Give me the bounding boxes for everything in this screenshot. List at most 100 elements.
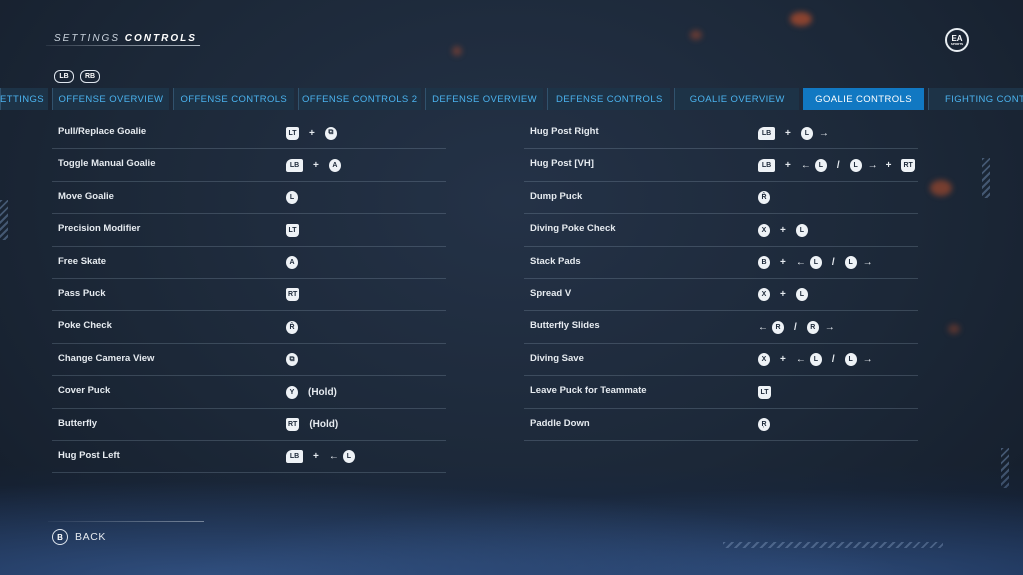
control-row: Dump Puck R̂ [524, 182, 918, 215]
tab-offense-overview[interactable]: OFFENSE OVERVIEW [52, 88, 169, 110]
tab-offense-controls[interactable]: OFFENSE CONTROLS [172, 88, 294, 110]
combo-separator: + [780, 224, 786, 236]
controller-button-icon: X [758, 353, 770, 367]
direction-arrow-icon: → [824, 321, 835, 333]
controller-button-icon: A [286, 256, 298, 270]
button-combo: LB + A [286, 157, 341, 173]
control-action-label: Pull/Replace Goalie [58, 126, 147, 137]
title-underline [45, 45, 201, 46]
controller-button-icon: RT [286, 418, 300, 432]
controller-button-icon: L [849, 158, 862, 172]
controller-button-icon: R̂ [758, 191, 770, 205]
control-action-label: Pass Puck [58, 287, 106, 299]
direction-arrow-icon: → [862, 257, 873, 269]
tab-offense-controls-2[interactable]: OFFENSE CONTROLS 2 [297, 88, 421, 110]
combo-separator: + [780, 354, 786, 366]
logo-bottom-text: SPORTS [950, 41, 964, 46]
combo-separator: + [785, 159, 791, 171]
button-combo: ⧉ [286, 352, 298, 368]
controller-button-icon: R̂ [286, 320, 298, 334]
ea-sports-logo: EA SPORTS [945, 28, 969, 52]
control-action-label: Diving Poke Check [530, 223, 616, 235]
hold-text: (Hold) [309, 419, 339, 431]
controller-button-icon: R [806, 320, 819, 334]
controller-button-icon: L [844, 353, 857, 367]
control-action-label: Change Camera View [58, 352, 155, 364]
combo-separator: + [780, 289, 786, 301]
control-action-label: Spread V [530, 287, 572, 299]
control-row: Toggle Manual Goalie LB + A [52, 149, 446, 182]
control-row: Diving Save X + ← L / L → [524, 344, 918, 377]
ember-glow [948, 324, 960, 334]
controller-button-icon: LB [758, 158, 775, 172]
control-row: Precision Modifier LT [52, 214, 446, 247]
controller-button-icon: ⧉ [324, 126, 337, 140]
controls-list-right: Hug Post Right LB + L → Hug Post [VH] LB + ← L / L →… [524, 117, 918, 441]
control-action-label: Diving Save [530, 352, 584, 364]
controls-list-left: Pull/Replace Goalie LT + ⧉ Toggle Manual Goa… [52, 117, 446, 474]
control-row: Poke Check R̂ [52, 311, 446, 344]
control-action-label: Hug Post Right [530, 126, 599, 137]
button-combo: R̂ [286, 319, 298, 335]
controller-button-icon: X [758, 223, 770, 237]
control-action-label: Stack Pads [530, 255, 581, 267]
direction-arrow-icon: → [862, 354, 873, 366]
controller-button-icon: L [809, 256, 822, 270]
combo-separator: + [313, 159, 319, 171]
button-combo: LT [286, 222, 299, 238]
control-row: Free Skate A [52, 247, 446, 279]
controller-button-icon: X [758, 288, 770, 302]
button-combo: X + ← L / L → [758, 352, 873, 368]
controller-button-icon: L [795, 223, 808, 237]
control-row: Change Camera View ⧉ [52, 344, 446, 377]
combo-separator: + [885, 159, 892, 171]
ember-glow [930, 180, 952, 196]
controller-button-icon: A [328, 158, 341, 172]
button-combo: RT [286, 287, 300, 303]
control-row: Cover Puck Y (Hold) [52, 376, 446, 409]
tab-goalie-controls[interactable]: GOALIE CONTROLS [803, 88, 925, 110]
controller-button-icon: R [772, 320, 784, 334]
button-combo: LB + ← L [286, 449, 355, 465]
direction-arrow-icon: ← [795, 257, 806, 269]
controller-button-icon: B [758, 256, 770, 270]
controller-button-icon: LB [286, 158, 303, 172]
tab-goalie-overview[interactable]: GOALIE OVERVIEW [674, 88, 800, 110]
combo-separator: + [313, 451, 319, 463]
tab-defense-controls[interactable]: DEFENSE CONTROLS [547, 88, 671, 110]
button-combo: R̩ [758, 417, 770, 433]
controller-button-icon: L [795, 288, 808, 302]
control-action-label: Hug Post [VH] [530, 158, 594, 170]
control-row: Hug Post [VH] LB + ← L / L → + RT [524, 149, 918, 182]
direction-arrow-icon: → [818, 127, 829, 139]
control-action-label: Leave Puck for Teammate [530, 385, 647, 397]
control-action-label: Butterfly [58, 417, 98, 429]
controller-button-icon: L [286, 191, 298, 205]
controller-button-icon: RT [286, 288, 300, 302]
controller-button-icon: LB [286, 450, 303, 464]
control-row: Leave Puck for Teammate LT [524, 376, 918, 409]
ember-glow [790, 12, 812, 26]
tab-settings[interactable]: SETTINGS [0, 88, 48, 110]
control-row: Move Goalie L [52, 182, 446, 215]
button-combo: RT (Hold) [286, 417, 338, 433]
button-combo: LB + ← L / L → + RT [758, 157, 915, 173]
controller-button-icon: R̩ [758, 418, 770, 432]
back-button[interactable]: B BACK [52, 529, 106, 545]
button-combo: LB + L → [758, 125, 829, 141]
ember-glow [452, 46, 462, 56]
control-action-label: Hug Post Left [58, 449, 120, 461]
lb-bumper-button[interactable]: LB [54, 70, 74, 83]
control-row: Stack Pads B + ← L / L → [524, 247, 918, 279]
direction-arrow-icon: ← [328, 451, 339, 463]
ember-glow [690, 30, 702, 40]
decor-hatch [0, 200, 8, 240]
tab-defense-overview[interactable]: DEFENSE OVERVIEW [424, 88, 544, 110]
rb-bumper-button[interactable]: RB [80, 70, 100, 83]
control-row: Pull/Replace Goalie LT + ⧉ [52, 117, 446, 150]
control-row: Butterfly Slides ← R / R → [524, 311, 918, 344]
control-action-label: Poke Check [58, 320, 112, 332]
control-action-label: Butterfly Slides [530, 320, 600, 332]
decor-hatch [723, 542, 943, 548]
tab-fighting-controls[interactable]: FIGHTING CONTROLS [928, 88, 1023, 110]
